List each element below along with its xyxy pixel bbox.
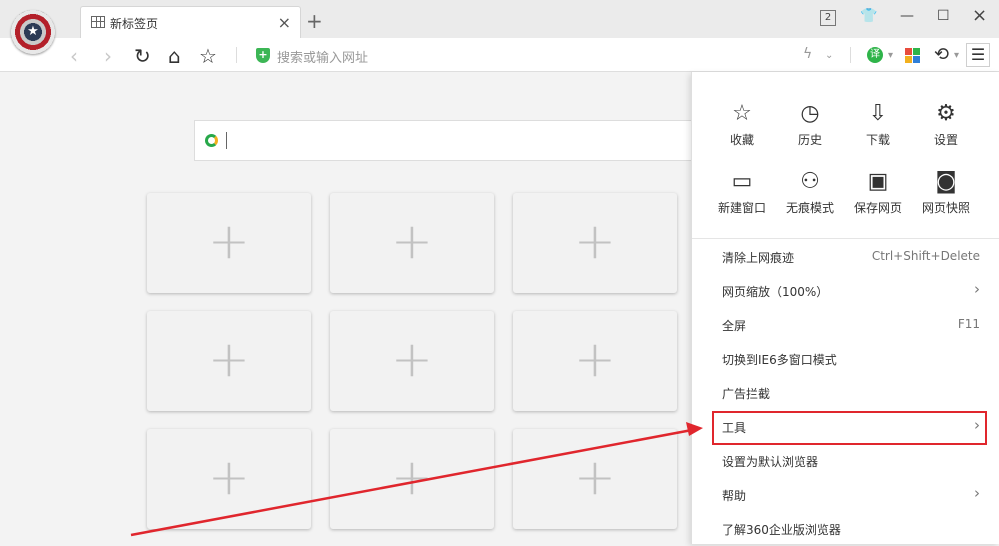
annotation-arrow [130, 422, 703, 537]
arrow-shaft [130, 428, 693, 537]
arrow-head [686, 422, 703, 436]
user-avatar[interactable]: ★ [11, 10, 55, 54]
star-emblem-icon: ★ [27, 24, 39, 39]
